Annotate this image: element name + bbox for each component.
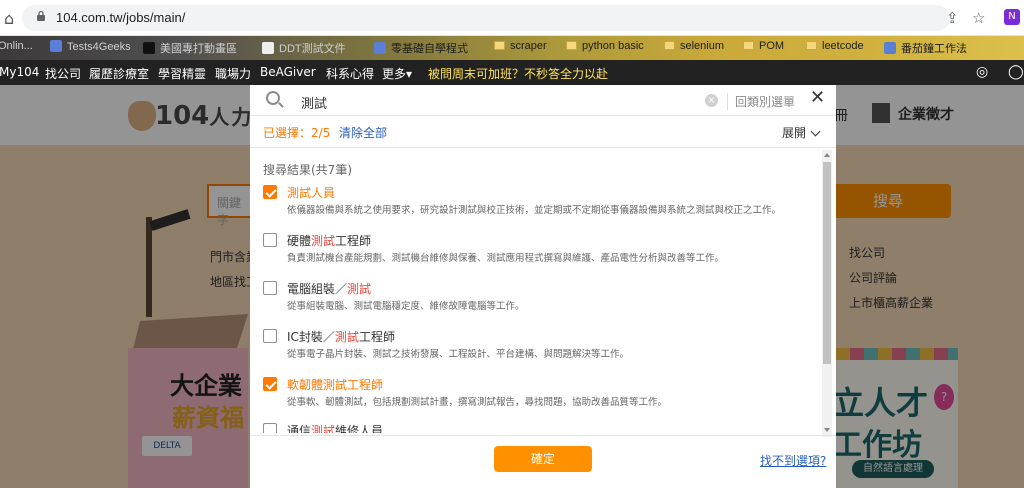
not-found-link[interactable]: 找不到選項?: [760, 452, 826, 469]
item-name: 測試人員: [287, 186, 336, 200]
item-desc: 從事軟、韌體測試，包括規劃測試計畫，撰寫測試報告，尋找問題，協助改善品質等工作。: [287, 397, 668, 408]
bookmark-folder[interactable]: leetcode: [806, 40, 864, 52]
scrollbar-thumb[interactable]: [823, 162, 831, 364]
results-list: 搜尋結果(共7筆) 測試人員 依儀器設備與系統之使用要求，研究設計測試與校正技術…: [250, 148, 836, 433]
nav-more[interactable]: 更多▾: [382, 65, 412, 82]
nav-my104[interactable]: My104: [0, 65, 39, 79]
folder-icon: [566, 41, 577, 50]
item-name: 軟韌體測試工程師: [287, 378, 384, 392]
bookmark-folder[interactable]: scraper: [494, 40, 547, 52]
home-icon[interactable]: ⌂: [4, 9, 14, 28]
item-name: 通信測試維修人員: [287, 424, 384, 433]
checkbox[interactable]: [263, 329, 277, 343]
confirm-button[interactable]: 確定: [494, 446, 592, 472]
folder-icon: [664, 41, 675, 50]
category-search-input[interactable]: 測試: [301, 93, 327, 112]
nav-learning[interactable]: 學習精靈: [158, 65, 206, 82]
browser-toolbar: ⌂ 104.com.tw/jobs/main/ ⇪ ☆ N: [0, 0, 1024, 36]
site-top-nav: My104 找公司 履歷診療室 學習精靈 職場力 BeAGiver 科系心得 更…: [0, 60, 1024, 85]
chat-icon[interactable]: ◯: [1008, 64, 1024, 80]
item-desc: 負責測試機台產能規劃、測試機台維修與保養、測試應用程式撰寫與維護、產品電性分析與…: [287, 253, 725, 264]
clear-search-icon[interactable]: ×: [705, 94, 718, 107]
checkbox[interactable]: [263, 281, 277, 295]
nav-resume-clinic[interactable]: 履歷診療室: [89, 65, 149, 82]
clear-all-button[interactable]: 清除全部: [339, 124, 387, 141]
bookmark-item[interactable]: 番茄鐘工作法: [884, 40, 967, 56]
lock-icon: [37, 10, 45, 21]
bookmark-item[interactable]: Tests4Geeks: [50, 40, 131, 53]
scroll-down-icon[interactable]: [824, 428, 830, 432]
url-text[interactable]: 104.com.tw/jobs/main/: [56, 10, 185, 25]
extension-icon[interactable]: N: [1004, 9, 1020, 25]
bookmark-icon: [374, 42, 386, 54]
nav-beagiver[interactable]: BeAGiver: [260, 65, 316, 79]
folder-icon: [494, 41, 505, 50]
item-desc: 從事組裝電腦、測試電腦穩定度、維修故障電腦等工作。: [287, 301, 525, 312]
bookmark-icon: [884, 42, 896, 54]
nav-find-company[interactable]: 找公司: [45, 65, 81, 82]
bookmark-item[interactable]: Onlin...: [0, 40, 33, 52]
folder-icon: [806, 41, 817, 50]
bookmark-icon: [143, 42, 155, 54]
bookmark-item[interactable]: 美國專打動畫區: [143, 40, 237, 56]
results-title: 搜尋結果(共7筆): [263, 163, 352, 177]
folder-icon: [743, 41, 754, 50]
job-category-modal: 測試 × 回類別選單 ✕ 已選擇：2/5 清除全部 展開 搜尋結果(共7筆) 測…: [250, 85, 836, 488]
checkbox[interactable]: [263, 423, 277, 433]
bookmark-icon: [50, 40, 62, 52]
address-bar[interactable]: 104.com.tw/jobs/main/: [22, 5, 950, 31]
share-icon[interactable]: ⇪: [946, 9, 959, 27]
item-name: 電腦組裝／測試: [287, 282, 372, 296]
expand-button[interactable]: 展開: [782, 124, 821, 141]
selected-count: 已選擇：2/5: [263, 126, 331, 140]
category-search-bar: 測試 × 回類別選單 ✕: [250, 85, 836, 115]
bookmark-item[interactable]: DDT測試文件: [262, 40, 346, 56]
divider: [250, 115, 836, 116]
checkbox[interactable]: [263, 185, 277, 199]
star-icon[interactable]: ☆: [972, 9, 985, 27]
notification-icon[interactable]: ◎: [976, 64, 988, 80]
bookmark-folder[interactable]: POM: [743, 40, 784, 52]
bookmarks-bar: Onlin... Tests4Geeks 美國專打動畫區 DDT測試文件 零基礎…: [0, 36, 1024, 60]
item-desc: 從事電子晶片封裝、測試之技術發展、工程設計、平台建構、與問題解決等工作。: [287, 349, 630, 360]
bookmark-folder[interactable]: selenium: [664, 40, 724, 52]
nav-career-power[interactable]: 職場力: [215, 65, 251, 82]
item-name: 硬體測試工程師: [287, 234, 372, 248]
bookmark-item[interactable]: 零基礎自學程式: [374, 40, 468, 56]
item-desc: 依儀器設備與系統之使用要求，研究設計測試與校正技術，並定期或不定期從事儀器設備與…: [287, 205, 782, 216]
document-icon: [262, 42, 274, 54]
search-icon: [266, 91, 280, 105]
chevron-down-icon: [810, 126, 821, 137]
divider: [250, 435, 836, 436]
nav-major-notes[interactable]: 科系心得: [326, 65, 374, 82]
scroll-up-icon[interactable]: [824, 153, 830, 157]
checkbox[interactable]: [263, 233, 277, 247]
item-name: IC封裝／測試工程師: [287, 330, 395, 344]
nav-promo[interactable]: 被問周末可加班？不秒答全力以赴: [428, 65, 608, 82]
checkbox[interactable]: [263, 377, 277, 391]
close-icon[interactable]: ✕: [810, 87, 825, 108]
bookmark-folder[interactable]: python basic: [566, 40, 644, 52]
back-to-category-button[interactable]: 回類別選單: [727, 93, 795, 110]
